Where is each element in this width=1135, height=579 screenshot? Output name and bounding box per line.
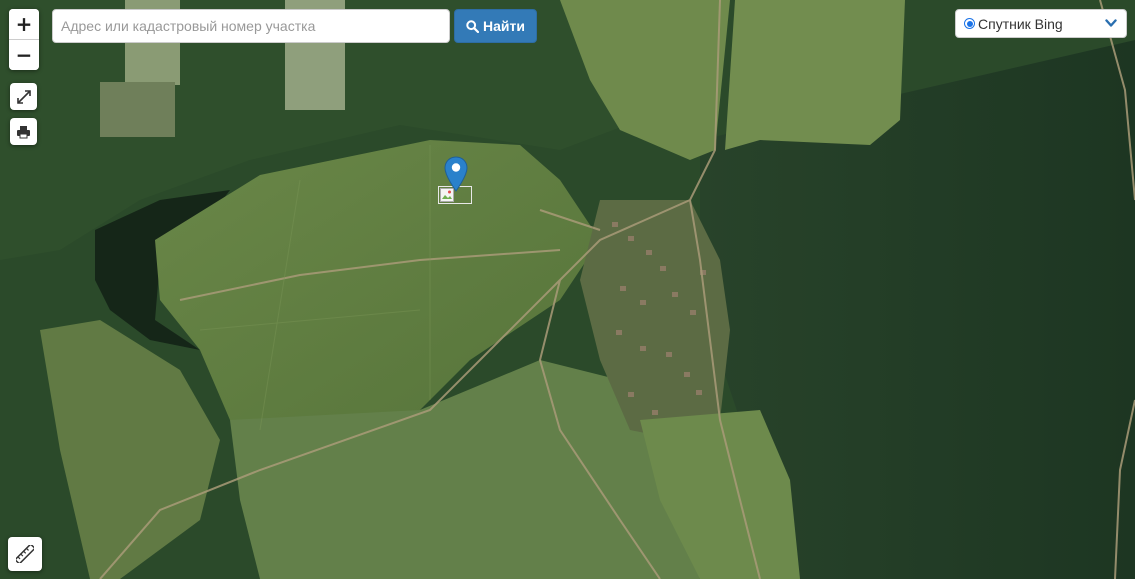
layer-switcher[interactable]: Спутник Bing — [955, 9, 1127, 38]
expand-arrows-icon — [16, 89, 31, 104]
layer-radio[interactable] — [964, 18, 975, 29]
print-button[interactable] — [10, 118, 37, 145]
clearing-nw-3 — [100, 82, 175, 137]
satellite-map[interactable] — [0, 0, 1135, 579]
search-button[interactable]: Найти — [454, 9, 537, 43]
chevron-down-icon[interactable] — [1105, 19, 1117, 28]
search-input[interactable] — [52, 9, 450, 43]
fullscreen-button[interactable] — [10, 83, 37, 110]
search-icon — [466, 19, 480, 33]
zoom-control: + − — [9, 9, 39, 70]
zoom-in-button[interactable]: + — [9, 9, 39, 39]
map-container[interactable]: + − Най — [0, 0, 1135, 579]
field-northeast — [725, 0, 905, 150]
ruler-icon — [16, 545, 34, 563]
layer-switcher-label: Спутник Bing — [978, 15, 1063, 32]
map-pin-icon[interactable] — [444, 156, 468, 192]
printer-icon — [17, 125, 30, 138]
ruler-button[interactable] — [8, 537, 42, 571]
search-button-label: Найти — [483, 18, 525, 34]
zoom-out-button[interactable]: − — [9, 39, 39, 70]
